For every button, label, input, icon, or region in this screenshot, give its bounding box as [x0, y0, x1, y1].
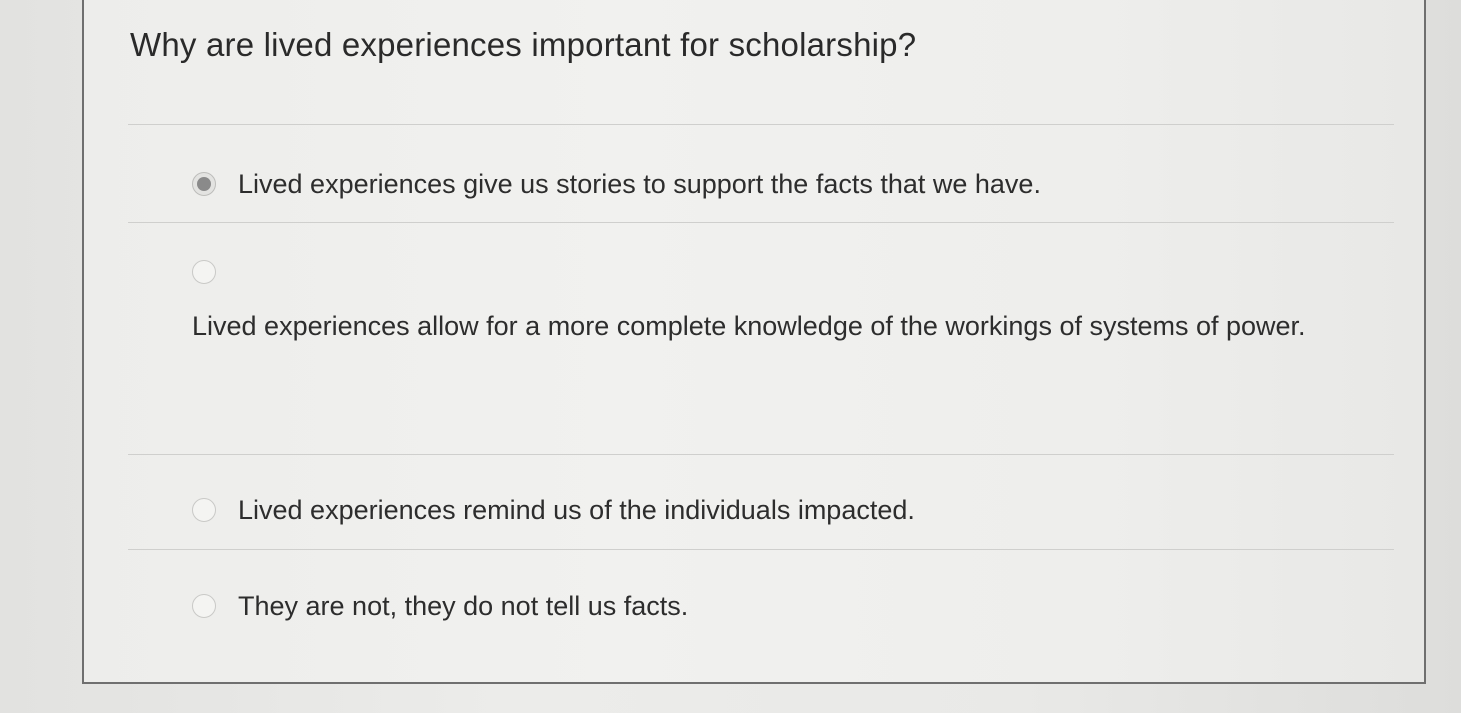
answer-option-2[interactable]: Lived experiences allow for a more compl… [192, 260, 1364, 348]
answer-option-label: Lived experiences give us stories to sup… [238, 169, 1041, 199]
radio-dot-icon [197, 177, 211, 191]
radio-button[interactable] [192, 594, 216, 618]
divider [128, 222, 1394, 223]
divider [128, 124, 1394, 125]
radio-button-selected[interactable] [192, 172, 216, 196]
answer-option-label: Lived experiences remind us of the indiv… [238, 495, 915, 525]
divider [128, 549, 1394, 550]
divider [128, 454, 1394, 455]
radio-button[interactable] [192, 260, 216, 284]
page: Why are lived experiences important for … [0, 0, 1461, 713]
radio-button[interactable] [192, 498, 216, 522]
question-text: Why are lived experiences important for … [130, 26, 917, 63]
answer-option-4[interactable]: They are not, they do not tell us facts. [192, 584, 1364, 628]
answer-option-3[interactable]: Lived experiences remind us of the indiv… [192, 488, 1364, 532]
answer-option-label: Lived experiences allow for a more compl… [192, 311, 1306, 341]
answer-option-label: They are not, they do not tell us facts. [238, 591, 689, 621]
question-card: Why are lived experiences important for … [82, 0, 1426, 684]
answer-option-1[interactable]: Lived experiences give us stories to sup… [192, 162, 1364, 206]
